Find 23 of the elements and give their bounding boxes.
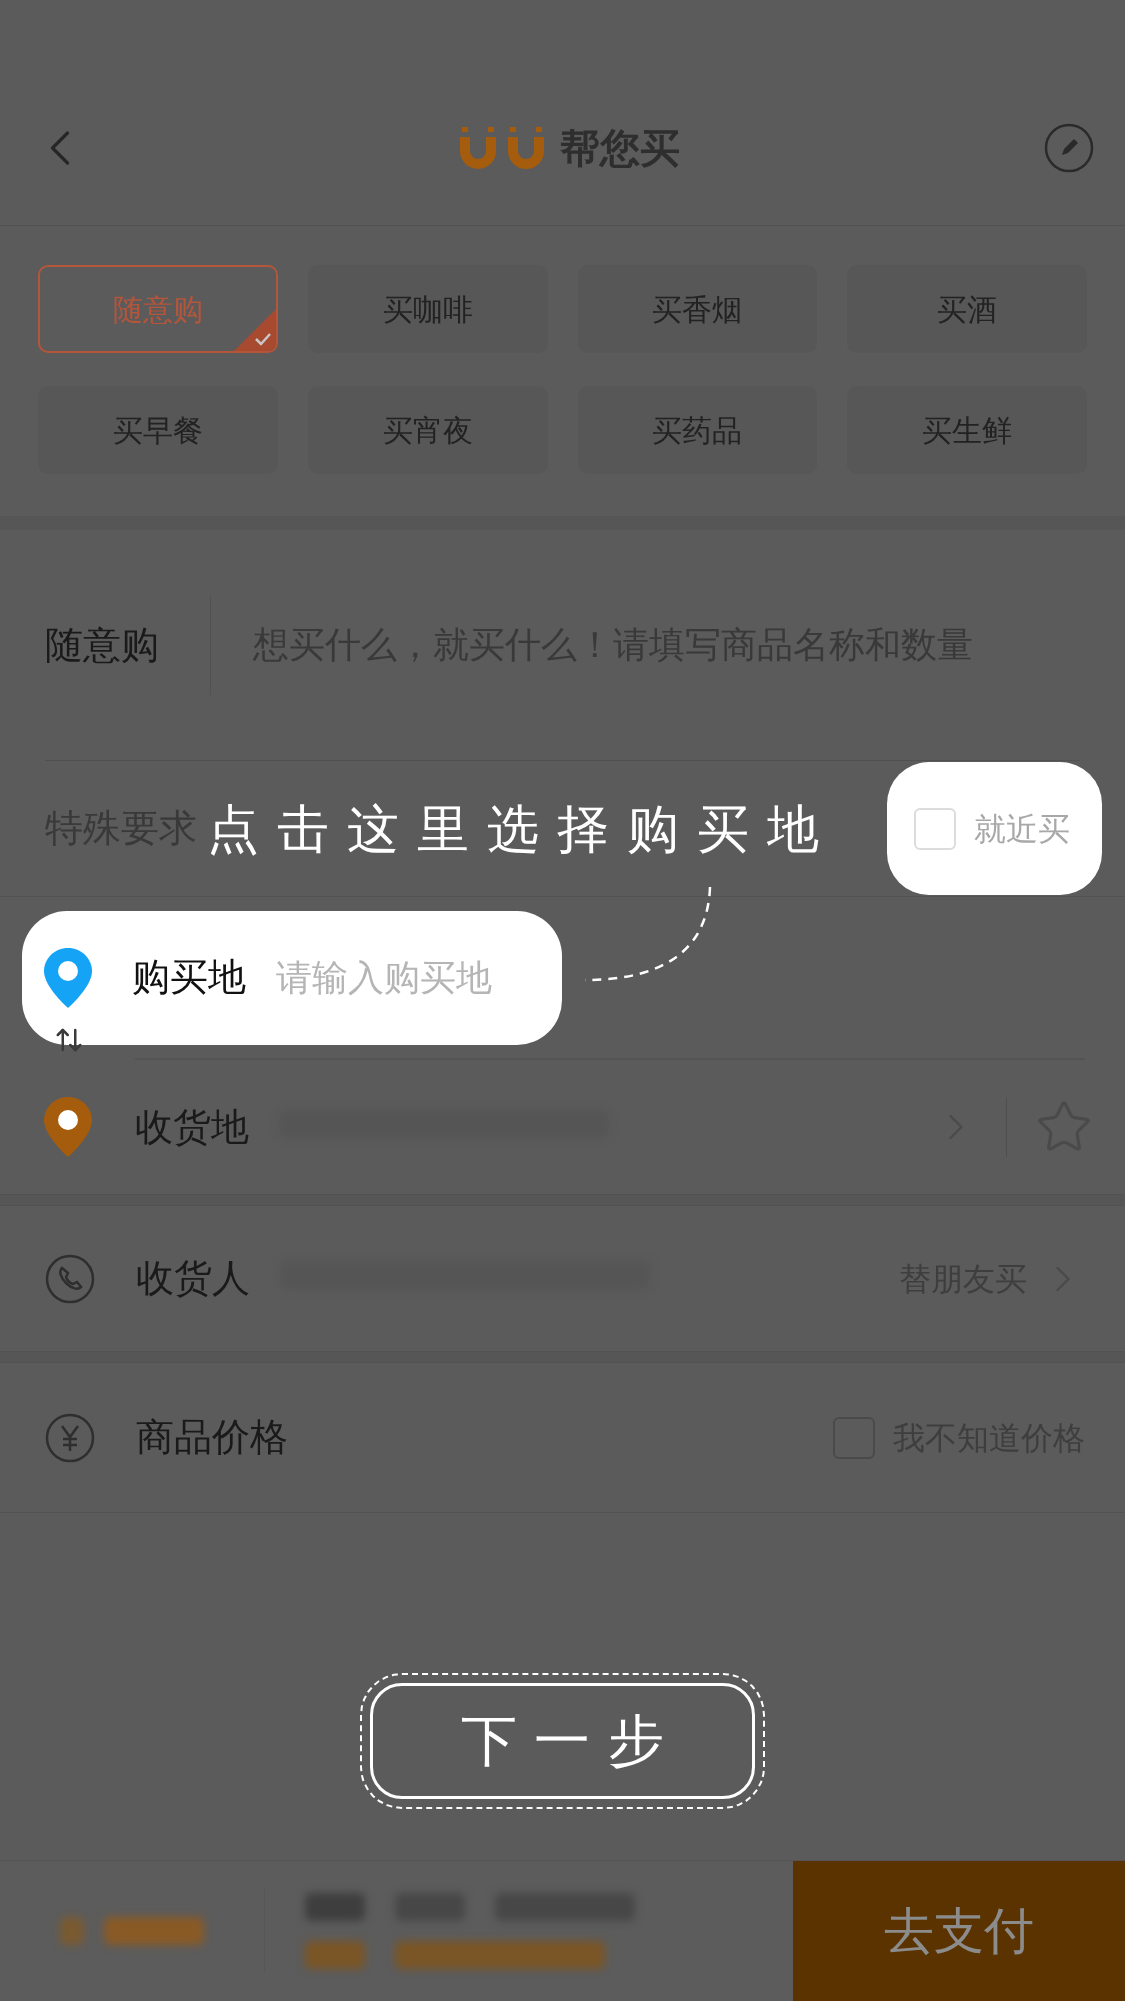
yen-icon <box>44 1411 96 1464</box>
next-step-label: 下 一 步 <box>460 1707 665 1775</box>
category-tab[interactable]: 随意购 <box>38 265 278 353</box>
purchase-place-label: 购买地 <box>132 954 246 1001</box>
blurred-text <box>60 1917 84 1945</box>
edit-icon[interactable] <box>1043 122 1095 174</box>
delivery-label: 收货地 <box>135 1103 249 1151</box>
selected-check-icon <box>233 309 276 351</box>
location-pin-icon <box>44 947 92 1008</box>
blurred-text <box>305 1893 365 1921</box>
receiver-label: 收货人 <box>136 1255 250 1302</box>
pay-button[interactable]: 去支付 <box>793 1861 1125 2001</box>
purchase-place-placeholder: 请输入购买地 <box>276 955 492 1000</box>
blurred-text <box>305 1941 365 1969</box>
purchase-place-field[interactable]: 购买地 请输入购买地 <box>22 910 562 1045</box>
price-label: 商品价格 <box>136 1414 288 1461</box>
phone-icon <box>44 1252 96 1305</box>
item-label: 随意购 <box>45 621 160 669</box>
nearby-buy-option[interactable]: 就近买 <box>887 762 1102 895</box>
location-pin-icon <box>43 1097 92 1157</box>
nearby-buy-label: 就近买 <box>974 808 1070 850</box>
next-step-button[interactable]: 下 一 步 <box>360 1673 765 1809</box>
guide-caption: 点击这里选择购买地 <box>207 797 837 861</box>
